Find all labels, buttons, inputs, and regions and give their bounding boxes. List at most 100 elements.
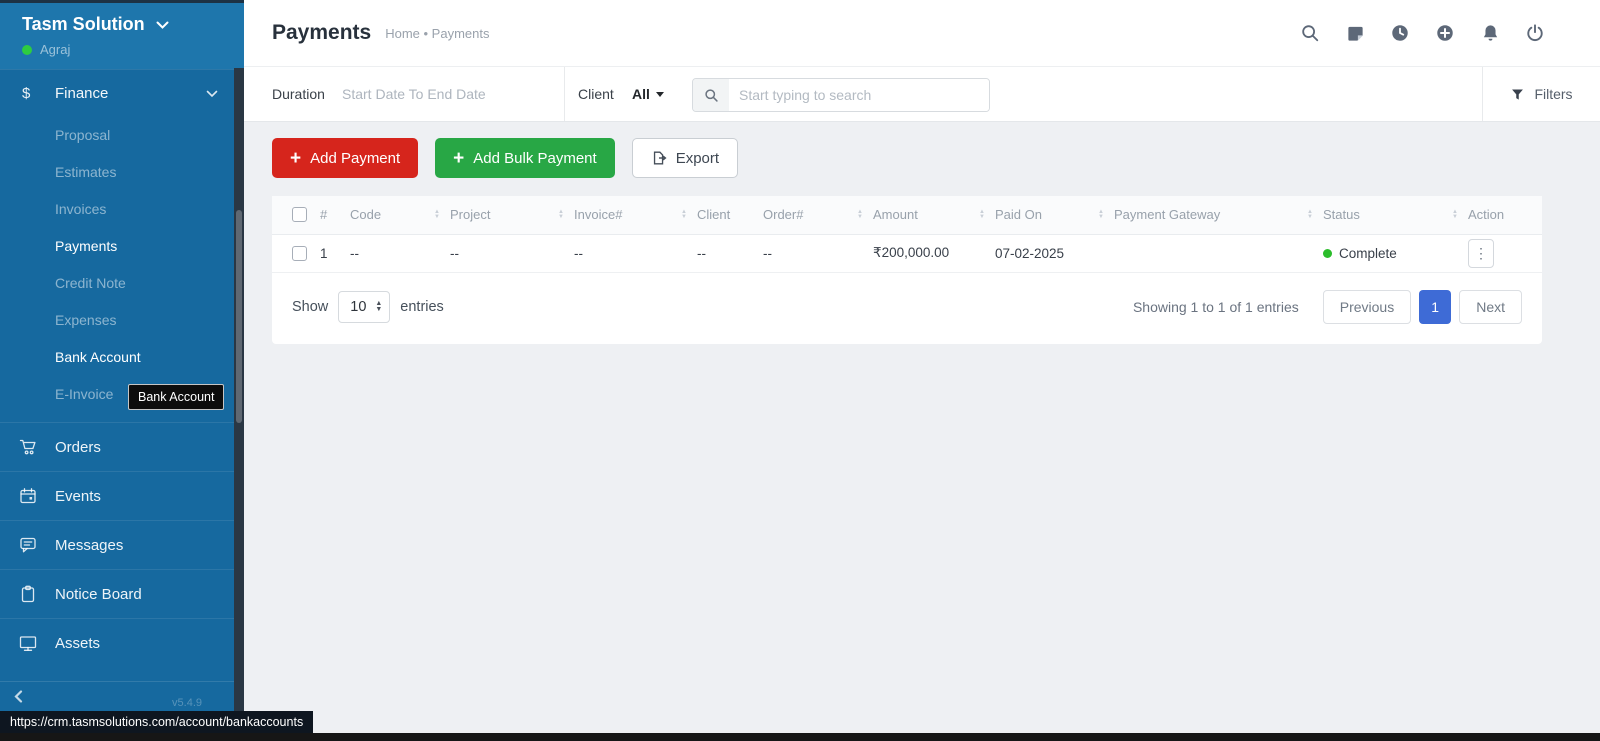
sidebar-item-orders[interactable]: Orders bbox=[0, 422, 244, 471]
cell-client: -- bbox=[697, 234, 763, 273]
column-header-paid_on[interactable]: Paid On ▲ ▼ bbox=[995, 196, 1114, 235]
column-label: # bbox=[320, 207, 328, 223]
workspace-switcher[interactable]: Tasm Solution bbox=[22, 14, 244, 35]
dollar-icon: $ bbox=[22, 85, 31, 102]
duration-range-input[interactable]: Start Date To End Date bbox=[342, 67, 486, 121]
sidebar-item-payments[interactable]: Payments bbox=[0, 228, 244, 265]
stepper-arrows-icon: ▲ ▼ bbox=[375, 299, 383, 313]
next-page-button[interactable]: Next bbox=[1459, 289, 1522, 324]
sort-icon[interactable]: ▲ ▼ bbox=[434, 209, 444, 220]
status-badge: Complete bbox=[1339, 245, 1397, 261]
plus-icon: + bbox=[290, 147, 302, 169]
select-all-header[interactable] bbox=[272, 196, 320, 235]
sort-icon[interactable]: ▲ ▼ bbox=[1098, 209, 1108, 220]
sidebar-item-credit-note[interactable]: Credit Note bbox=[0, 265, 244, 302]
column-label: Amount bbox=[873, 207, 918, 223]
clock-icon[interactable] bbox=[1389, 22, 1411, 44]
sort-icon[interactable]: ▲ ▼ bbox=[558, 209, 568, 220]
chevron-down-icon bbox=[156, 14, 169, 35]
cell-status: Complete bbox=[1323, 234, 1468, 273]
entries-summary: Showing 1 to 1 of 1 entries bbox=[1132, 298, 1299, 315]
client-label: Client bbox=[578, 86, 614, 102]
sidebar-scrollbar-thumb[interactable] bbox=[236, 210, 242, 423]
cell-order: -- bbox=[763, 234, 873, 273]
cell-code: -- bbox=[350, 234, 450, 273]
sidebar-menu-groups: Orders Events Messages Notice Board Assets bbox=[0, 422, 244, 667]
sidebar-item-label: Messages bbox=[55, 536, 124, 554]
column-header-status[interactable]: Status ▲ ▼ bbox=[1323, 196, 1468, 235]
sidebar-item-estimates[interactable]: Estimates bbox=[0, 154, 244, 191]
status-dot-icon bbox=[1323, 248, 1332, 258]
sort-icon[interactable]: ▲ ▼ bbox=[681, 209, 691, 220]
add-bulk-payment-button[interactable]: + Add Bulk Payment bbox=[435, 138, 615, 178]
previous-page-button[interactable]: Previous bbox=[1322, 289, 1412, 324]
column-label: Client bbox=[697, 207, 731, 223]
sidebar-item-notice-board[interactable]: Notice Board bbox=[0, 569, 244, 618]
sort-icon[interactable]: ▲ ▼ bbox=[857, 209, 867, 220]
page-size-select[interactable]: 10 ▲ ▼ bbox=[338, 290, 391, 323]
sidebar-item-invoices[interactable]: Invoices bbox=[0, 191, 244, 228]
add-bulk-payment-label: Add Bulk Payment bbox=[473, 149, 597, 167]
user-name: Agraj bbox=[40, 42, 71, 57]
note-icon[interactable] bbox=[1344, 22, 1366, 44]
sort-icon[interactable]: ▲ ▼ bbox=[1307, 209, 1317, 220]
sidebar-item-assets[interactable]: Assets bbox=[0, 618, 244, 667]
column-header-order[interactable]: Order# ▲ ▼ bbox=[763, 196, 873, 235]
search-input[interactable] bbox=[729, 79, 989, 111]
sort-icon[interactable]: ▲ ▼ bbox=[979, 209, 989, 220]
select-all-checkbox[interactable] bbox=[292, 207, 307, 223]
cell-invoice: -- bbox=[574, 234, 697, 273]
add-payment-button[interactable]: + Add Payment bbox=[272, 138, 419, 178]
plus-circle-icon[interactable] bbox=[1434, 22, 1456, 44]
pagination-controls: Showing 1 to 1 of 1 entries Previous 1 N… bbox=[1132, 289, 1522, 324]
column-header-invoice[interactable]: Invoice# ▲ ▼ bbox=[574, 196, 697, 235]
column-header-code[interactable]: Code ▲ ▼ bbox=[350, 196, 450, 235]
sidebar-item-proposal[interactable]: Proposal bbox=[0, 117, 244, 154]
link-url-statusbar: https://crm.tasmsolutions.com/account/ba… bbox=[0, 711, 314, 733]
main-content: Payments Home • Payments Duration Start … bbox=[244, 0, 1600, 741]
filterbar-divider bbox=[564, 67, 565, 121]
filters-button[interactable]: Filters bbox=[1482, 67, 1600, 121]
column-header-project[interactable]: Project ▲ ▼ bbox=[450, 196, 574, 235]
client-dropdown[interactable]: All bbox=[632, 67, 664, 121]
client-selected-value: All bbox=[632, 86, 650, 102]
column-label: Project bbox=[450, 207, 491, 223]
payments-table: # Code ▲ ▼ Project ▲ ▼ Invoice# ▲ ▼ Client Order# ▲ ▼… bbox=[272, 196, 1542, 273]
caret-down-icon bbox=[655, 91, 664, 97]
collapse-sidebar-icon[interactable] bbox=[13, 690, 24, 708]
power-icon[interactable] bbox=[1524, 22, 1546, 44]
search-icon bbox=[693, 79, 729, 111]
sidebar-item-label: Events bbox=[55, 487, 101, 505]
cell-num: 1 bbox=[320, 234, 350, 273]
cell-checkbox bbox=[272, 234, 320, 273]
bell-icon[interactable] bbox=[1479, 22, 1501, 44]
sidebar-item-finance[interactable]: $ Finance bbox=[0, 69, 244, 117]
column-label: Action bbox=[1468, 207, 1505, 223]
search-icon[interactable] bbox=[1299, 22, 1321, 44]
page-size-value: 10 bbox=[350, 298, 367, 315]
header-icon-row bbox=[1299, 22, 1546, 44]
sidebar-item-bank-account[interactable]: Bank Account bbox=[0, 339, 244, 376]
current-page-button[interactable]: 1 bbox=[1419, 289, 1452, 324]
sidebar-item-messages[interactable]: Messages bbox=[0, 520, 244, 569]
show-label: Show bbox=[292, 298, 329, 315]
sort-icon[interactable]: ▲ ▼ bbox=[1452, 209, 1462, 220]
row-checkbox[interactable] bbox=[292, 245, 307, 261]
table-row: 1 -- -- -- -- -- ₹200,000.00 07-02-2025 Complete… bbox=[272, 234, 1542, 273]
column-header-amount[interactable]: Amount ▲ ▼ bbox=[873, 196, 995, 235]
current-user: Agraj bbox=[22, 42, 244, 57]
finance-label: Finance bbox=[55, 85, 109, 102]
sidebar-item-label: Notice Board bbox=[55, 585, 142, 603]
cell-action: ⋮ bbox=[1468, 234, 1542, 273]
search-box bbox=[692, 78, 990, 112]
sidebar-scrollbar-track[interactable] bbox=[234, 68, 244, 713]
sidebar-item-events[interactable]: Events bbox=[0, 471, 244, 520]
sidebar-item-label: Orders bbox=[55, 438, 101, 456]
sidebar-item-expenses[interactable]: Expenses bbox=[0, 302, 244, 339]
online-status-icon bbox=[22, 44, 32, 55]
cart-icon bbox=[18, 437, 55, 457]
row-actions-button[interactable]: ⋮ bbox=[1468, 238, 1494, 268]
column-header-gateway[interactable]: Payment Gateway ▲ ▼ bbox=[1114, 196, 1323, 235]
kebab-menu-icon: ⋮ bbox=[1474, 244, 1488, 261]
export-button[interactable]: Export bbox=[631, 138, 739, 178]
